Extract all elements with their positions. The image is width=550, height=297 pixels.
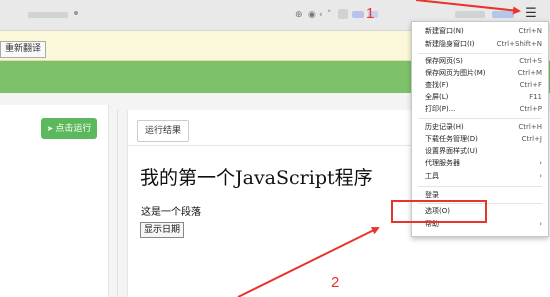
annotation-arrows [237, 0, 521, 297]
arrow-to-menu-button [415, 0, 521, 15]
step-number-1: 1 [366, 5, 375, 22]
step-number-2: 2 [331, 274, 340, 291]
arrow-to-options [237, 227, 380, 297]
